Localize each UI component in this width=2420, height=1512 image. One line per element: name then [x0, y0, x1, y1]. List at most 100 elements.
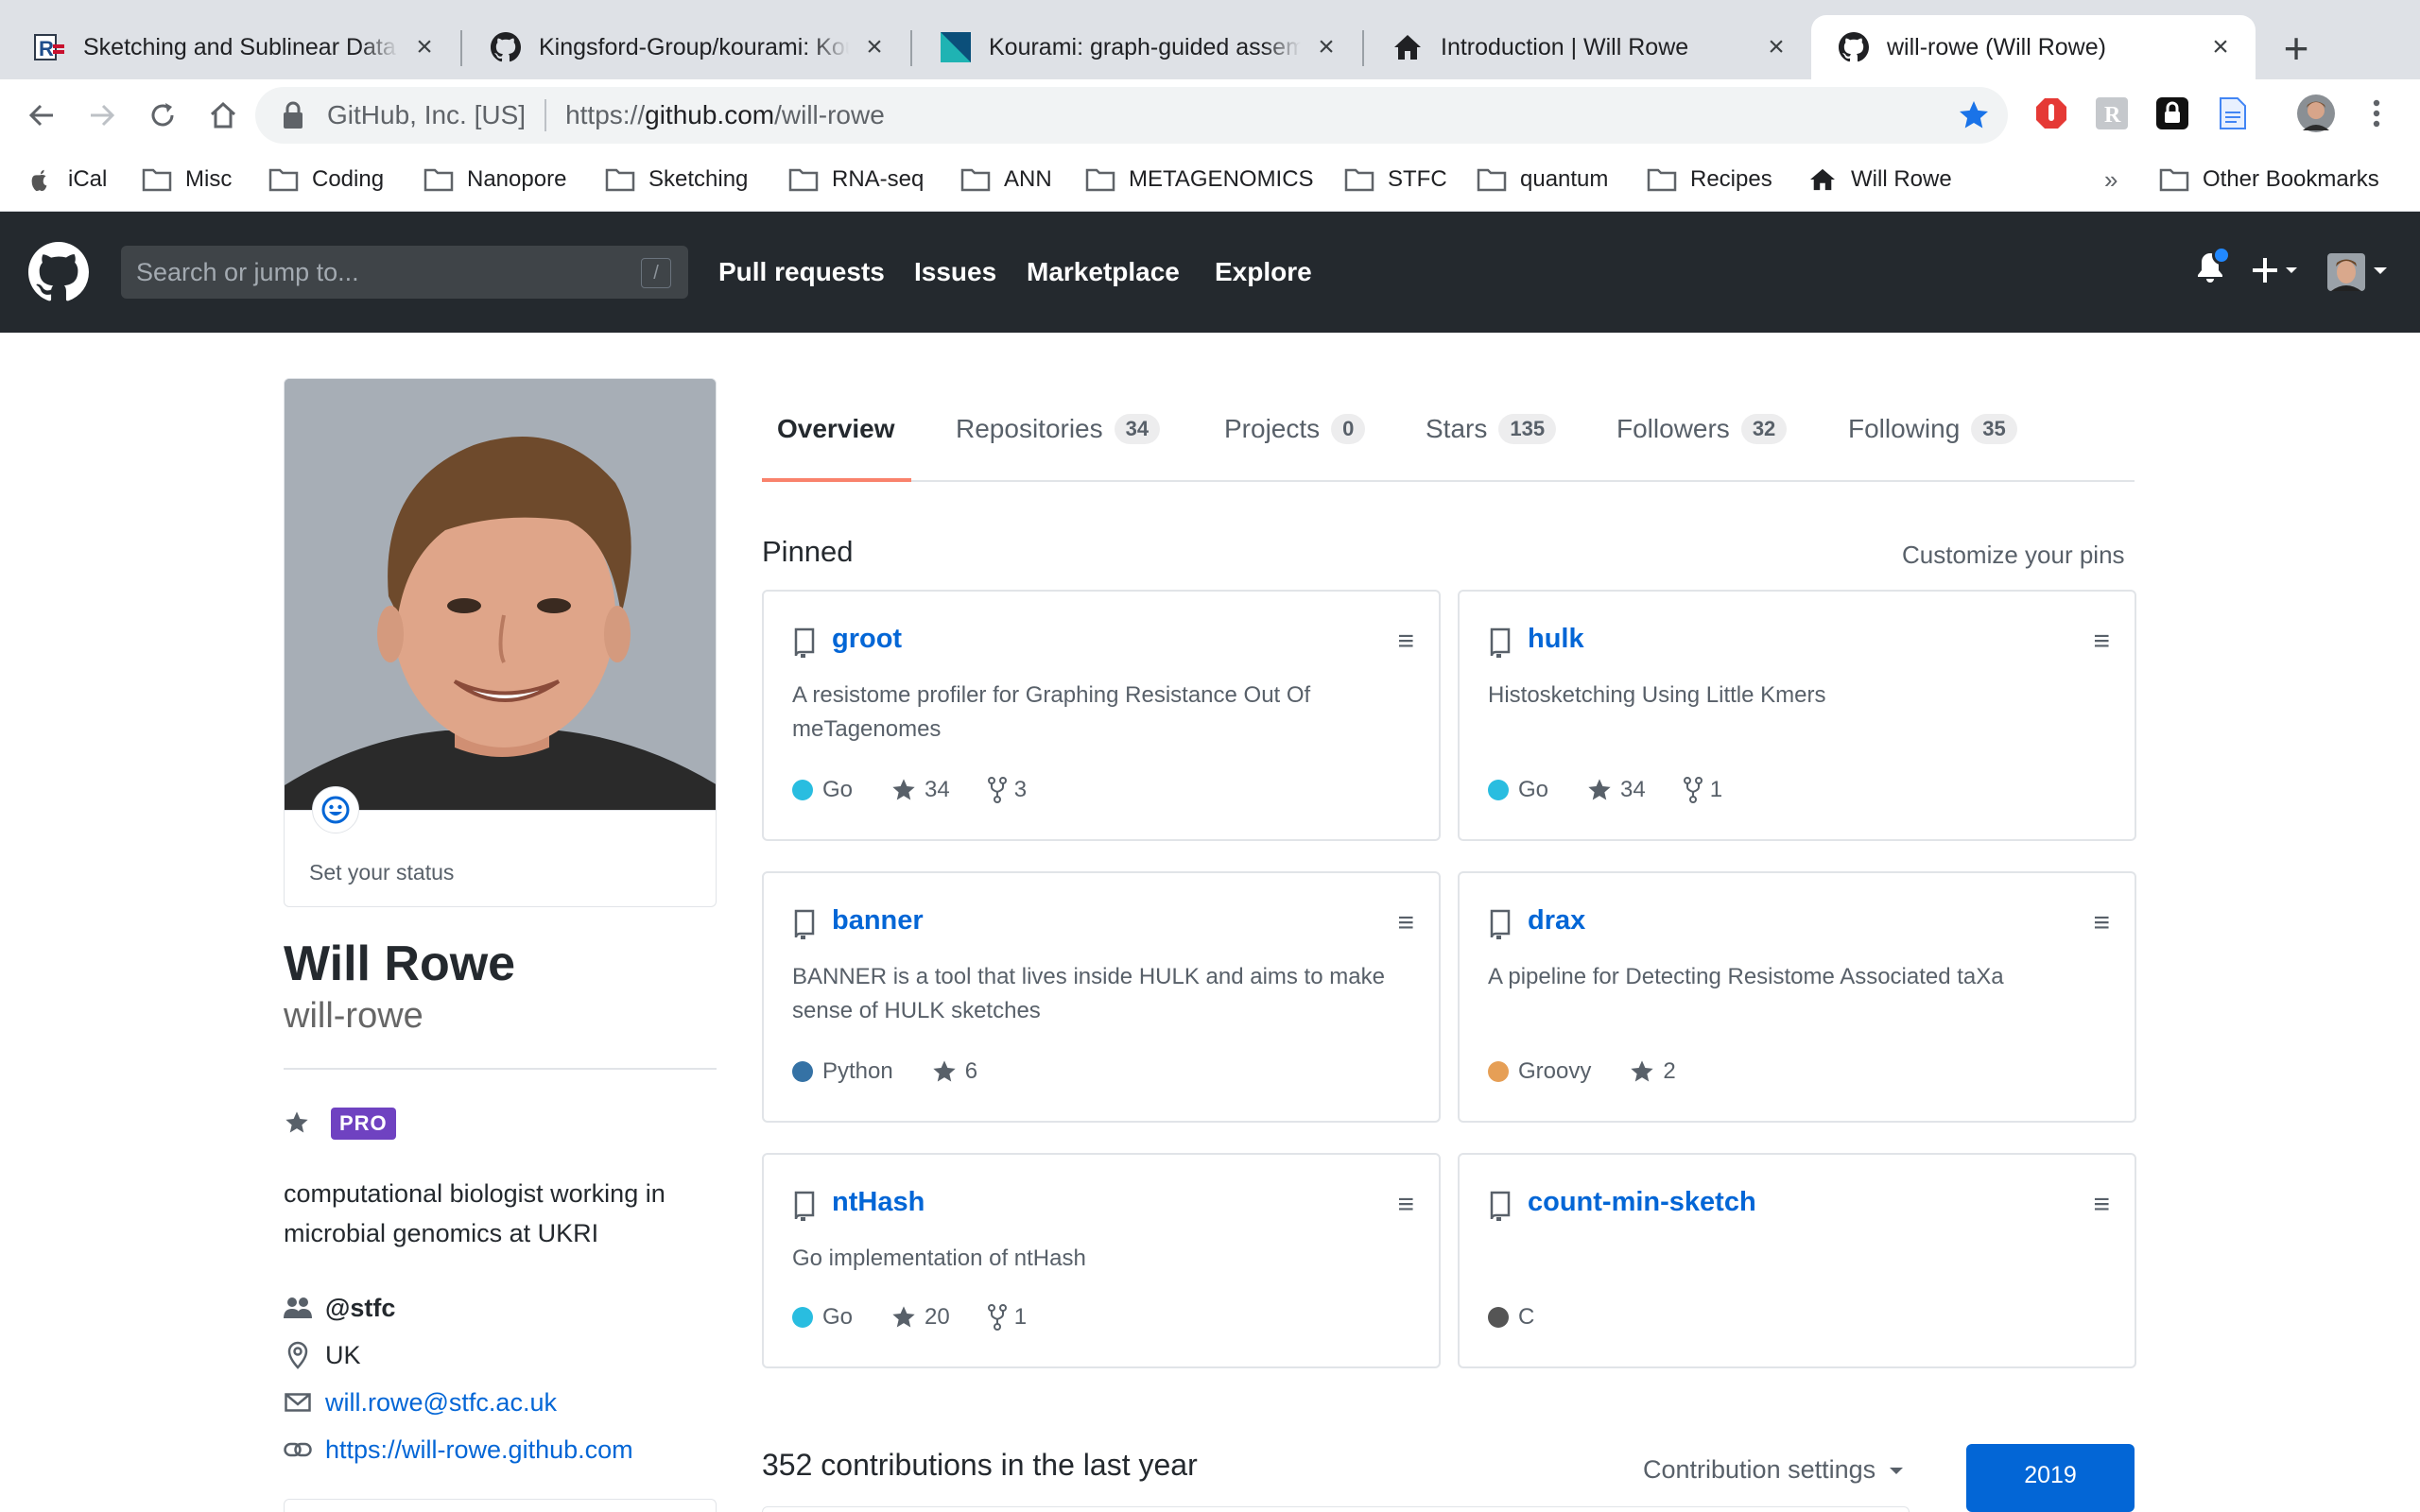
nav-marketplace[interactable]: Marketplace: [1027, 257, 1180, 287]
search-input[interactable]: Search or jump to... /: [121, 246, 688, 299]
user-avatar-icon[interactable]: [2297, 94, 2335, 132]
repo-stars-link[interactable]: 6: [931, 1058, 977, 1085]
bookmark-folder-metagenomics[interactable]: METAGENOMICS: [1085, 161, 1314, 198]
reload-button[interactable]: [138, 91, 187, 140]
chevron-double-right-icon: »: [2104, 164, 2118, 194]
bookmark-will-rowe[interactable]: Will Rowe: [1807, 161, 1952, 198]
tab-following[interactable]: Following 35: [1848, 414, 2017, 444]
year-2019-button[interactable]: 2019: [1966, 1444, 2135, 1512]
document-icon[interactable]: [2214, 94, 2252, 132]
bookmark-folder-stfc[interactable]: STFC: [1344, 161, 1447, 198]
avatar-dropdown-caret-icon[interactable]: [2373, 266, 2388, 276]
browser-menu-icon[interactable]: [2358, 94, 2395, 132]
tab-title: Sketching and Sublinear Data S: [83, 33, 399, 60]
close-icon[interactable]: ×: [1762, 31, 1790, 63]
drag-handle-icon[interactable]: ≡: [2093, 626, 2110, 658]
bookmarks-bar: iCal Misc Coding Nanopore Sketching RNA-…: [0, 151, 2420, 212]
tab-repositories[interactable]: Repositories 34: [956, 414, 1161, 444]
browser-tab-4[interactable]: Introduction | Will Rowe ×: [1365, 15, 1811, 79]
customize-pins-link[interactable]: Customize your pins: [1902, 541, 2125, 570]
bookmark-star-icon[interactable]: [1957, 98, 1991, 132]
repo-name-link[interactable]: hulk: [1528, 624, 1584, 655]
drag-handle-icon[interactable]: ≡: [2093, 907, 2110, 939]
repo-forks-link[interactable]: 3: [987, 777, 1027, 803]
repo-language: C: [1518, 1304, 1535, 1330]
nav-issues[interactable]: Issues: [914, 257, 996, 287]
fork-icon: [987, 1304, 1007, 1331]
bookmark-folder-coding[interactable]: Coding: [268, 161, 384, 198]
set-status-button[interactable]: Set your status: [284, 811, 717, 907]
home-button[interactable]: [199, 91, 248, 140]
avatar[interactable]: [2327, 253, 2365, 291]
organization-link[interactable]: @stfc: [325, 1294, 395, 1323]
repo-stars-link[interactable]: 34: [890, 777, 950, 803]
repo-forks-link[interactable]: 1: [987, 1304, 1027, 1331]
repo-stars-link[interactable]: 20: [890, 1304, 950, 1331]
profile-website[interactable]: https://will-rowe.github.com: [284, 1431, 633, 1469]
repo-description: A resistome profiler for Graphing Resist…: [792, 682, 1311, 742]
bookmark-folder-quantum[interactable]: quantum: [1477, 161, 1608, 198]
drag-handle-icon[interactable]: ≡: [2093, 1189, 2110, 1221]
forward-button[interactable]: [78, 91, 127, 140]
nav-explore[interactable]: Explore: [1215, 257, 1312, 287]
profile-bio: computational biologist working in micro…: [284, 1179, 666, 1247]
close-icon[interactable]: ×: [860, 31, 889, 63]
profile-email[interactable]: will.rowe@stfc.ac.uk: [284, 1383, 557, 1421]
tab-overview[interactable]: Overview: [777, 414, 895, 444]
back-button[interactable]: [17, 91, 66, 140]
browser-tab-3[interactable]: Kourami: graph-guided assemb ×: [913, 15, 1361, 79]
repo-meta: C: [1488, 1304, 1534, 1331]
repo-name-link[interactable]: drax: [1528, 905, 1585, 936]
drag-handle-icon[interactable]: ≡: [1397, 907, 1414, 939]
website-link[interactable]: https://will-rowe.github.com: [325, 1435, 633, 1465]
address-bar[interactable]: GitHub, Inc. [US] https://github.com/wil…: [255, 87, 2008, 144]
bookmark-folder-sketching[interactable]: Sketching: [605, 161, 748, 198]
folder-icon: [142, 168, 172, 192]
bookmark-folder-misc[interactable]: Misc: [142, 161, 232, 198]
other-bookmarks[interactable]: Other Bookmarks: [2159, 161, 2379, 198]
bookmark-folder-recipes[interactable]: Recipes: [1647, 161, 1772, 198]
close-icon[interactable]: ×: [2206, 31, 2235, 63]
bookmark-folder-rna-seq[interactable]: RNA-seq: [788, 161, 924, 198]
repo-name-link[interactable]: groot: [832, 624, 902, 655]
grammar-extension-icon[interactable]: R: [2093, 94, 2131, 132]
repo-meta: Go 20 1: [792, 1304, 1027, 1331]
repo-stars-link[interactable]: 34: [1586, 777, 1646, 803]
profile-avatar[interactable]: [284, 378, 717, 811]
new-tab-button[interactable]: +: [2273, 24, 2320, 73]
github-logo-icon[interactable]: [28, 242, 89, 302]
close-icon[interactable]: ×: [1312, 31, 1340, 63]
repo-stars-link[interactable]: 2: [1629, 1058, 1676, 1085]
repo-name-link[interactable]: count-min-sketch: [1528, 1187, 1756, 1218]
browser-tab-5-active[interactable]: will-rowe (Will Rowe) ×: [1811, 15, 2256, 79]
bookmark-folder-ann[interactable]: ANN: [960, 161, 1052, 198]
drag-handle-icon[interactable]: ≡: [1397, 1189, 1414, 1221]
bookmark-folder-nanopore[interactable]: Nanopore: [424, 161, 566, 198]
profile-tabs: Overview Repositories 34 Projects 0 Star…: [762, 397, 2135, 482]
bookmark-label: Misc: [185, 166, 233, 192]
contribution-settings-dropdown[interactable]: Contribution settings: [1643, 1455, 1904, 1485]
nav-pull-requests[interactable]: Pull requests: [718, 257, 885, 287]
bookmark-label: quantum: [1520, 166, 1609, 192]
status-label: Set your status: [309, 860, 455, 885]
vpn-lock-icon[interactable]: [2153, 94, 2191, 132]
repo-forks-link[interactable]: 1: [1683, 777, 1722, 803]
repo-stars-count: 2: [1663, 1058, 1676, 1084]
tab-projects[interactable]: Projects 0: [1224, 414, 1366, 444]
tab-count: 34: [1114, 414, 1161, 444]
bookmarks-overflow-button[interactable]: »: [2104, 161, 2118, 198]
drag-handle-icon[interactable]: ≡: [1397, 626, 1414, 658]
repo-name-link[interactable]: ntHash: [832, 1187, 925, 1218]
tab-followers[interactable]: Followers 32: [1616, 414, 1788, 444]
repo-icon: [794, 627, 815, 658]
tab-stars[interactable]: Stars 135: [1426, 414, 1557, 444]
close-icon[interactable]: ×: [410, 31, 439, 63]
adblock-icon[interactable]: [2032, 94, 2070, 132]
browser-tab-1[interactable]: R Sketching and Sublinear Data S ×: [8, 15, 459, 79]
profile-organization[interactable]: @stfc: [284, 1289, 395, 1327]
plus-dropdown-icon[interactable]: [2252, 255, 2301, 285]
repo-name-link[interactable]: banner: [832, 905, 924, 936]
email-link[interactable]: will.rowe@stfc.ac.uk: [325, 1388, 557, 1418]
browser-tab-2[interactable]: Kingsford-Group/kourami: Kou ×: [463, 15, 909, 79]
bookmark-ical[interactable]: iCal: [28, 161, 107, 198]
